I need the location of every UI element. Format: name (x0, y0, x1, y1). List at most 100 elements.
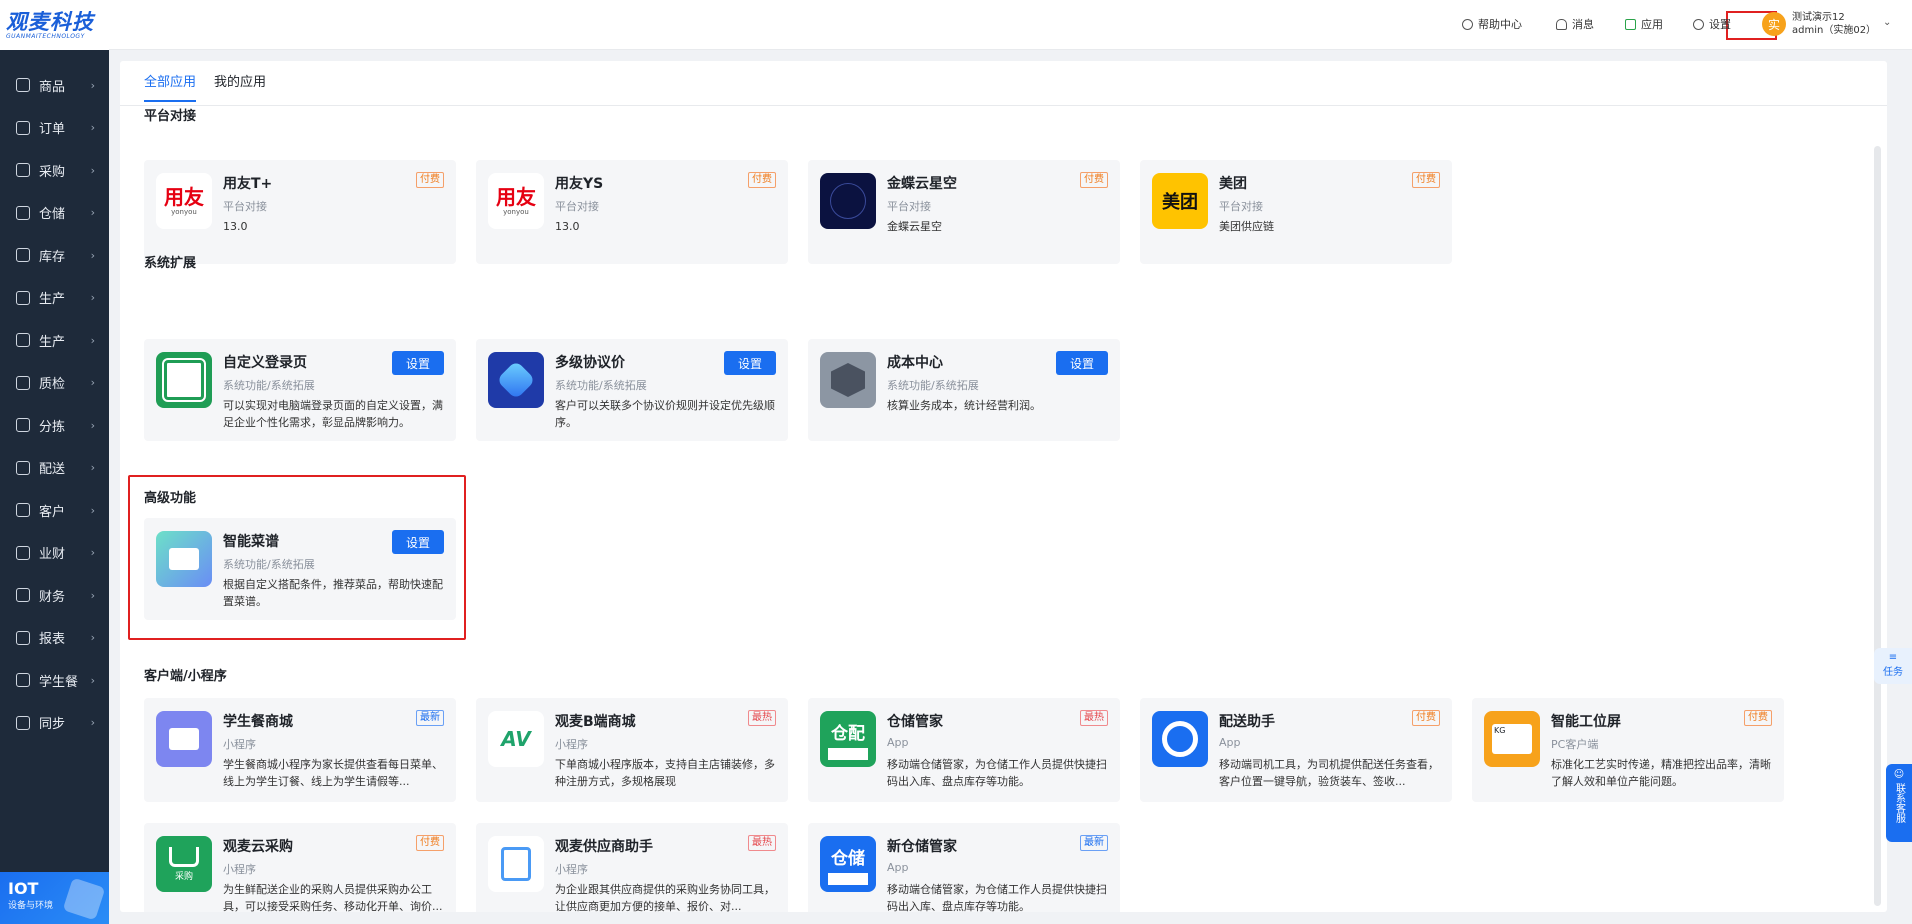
sidebar-item-label: 业财 (39, 547, 66, 563)
task-label: 任务 (1883, 667, 1903, 678)
customer-service-button[interactable]: ☺ 联系客服 (1886, 764, 1912, 842)
card-desc: 客户可以关联多个协议价规则并设定优先级顺序。 (555, 399, 775, 429)
download-icon (1625, 18, 1636, 30)
chevron-right-icon: › (90, 163, 95, 177)
settings-button[interactable]: 设置 (724, 351, 776, 375)
app-card-new-warehouse[interactable]: 仓储 新仓储管家 App 移动端仓储管家，为仓储工作人员提供快捷扫码出入库、盘点… (808, 823, 1120, 912)
sidebar-item-warehouse[interactable]: 仓储 › (0, 192, 109, 235)
sidebar-item-goods[interactable]: 商品 › (0, 64, 109, 107)
card-title: 智能菜谱 (223, 534, 279, 550)
apps-link[interactable]: 应用 (1625, 16, 1663, 32)
card-title: 新仓储管家 (887, 839, 957, 855)
chevron-right-icon: › (90, 248, 95, 262)
app-card-yonyou-ys[interactable]: 用友 yonyou 用友YS 平台对接 13.0 付费 (476, 160, 788, 264)
section-title-client: 客户端/小程序 (144, 669, 227, 684)
sidebar-item-finance[interactable]: 财务 › (0, 574, 109, 617)
app-card-student-mall[interactable]: 学生餐商城 小程序 学生餐商城小程序为家长提供查看每日菜单、线上为学生订餐、线上… (144, 698, 456, 802)
section-title-system: 系统扩展 (144, 256, 197, 271)
document-icon (488, 836, 544, 892)
sidebar-item-student-meal[interactable]: 学生餐 › (0, 659, 109, 702)
sidebar-item-reports[interactable]: 报表 › (0, 617, 109, 660)
card-title: 美团 (1219, 176, 1247, 192)
sidebar: 观麦科技 GUANMAITECHNOLOGY 商品 › 订单 › 采购 › 仓储 › 库… (0, 0, 109, 924)
sync-icon (16, 715, 30, 730)
help-center-link[interactable]: 帮助中心 (1462, 16, 1522, 32)
help-icon (1462, 18, 1473, 30)
tab-all-apps[interactable]: 全部应用 (144, 71, 197, 102)
yonyou-icon-text: 用友 (496, 185, 536, 209)
messages-link[interactable]: 消息 (1556, 16, 1594, 32)
chevron-right-icon: › (90, 291, 95, 305)
card-category: 小程序 (555, 863, 588, 876)
app-card-cost-center[interactable]: 成本中心 系统功能/系统拓展 核算业务成本，统计经营利润。 设置 (808, 339, 1120, 441)
sidebar-item-label: 客户 (39, 504, 66, 520)
goods-icon (16, 78, 30, 93)
app-card-cloud-purchase[interactable]: 采购 观麦云采购 小程序 为生鲜配送企业的采购人员提供采购办公工具，可以接受采购… (144, 823, 456, 912)
app-card-b2b-mall[interactable]: AV 观麦B端商城 小程序 下单商城小程序版本，支持自主店铺装修，多种注册方式，… (476, 698, 788, 802)
sidebar-item-label: 库存 (39, 249, 66, 265)
chevron-down-icon[interactable]: ⌄ (1883, 17, 1891, 28)
sidebar-item-label: 分拣 (39, 419, 66, 435)
brand-logo[interactable]: 观麦科技 GUANMAITECHNOLOGY (0, 0, 109, 50)
warehouse-keeper-icon-text: 仓配 (831, 723, 865, 744)
tab-divider (120, 105, 1887, 106)
sidebar-item-purchase[interactable]: 采购 › (0, 149, 109, 192)
app-card-kingdee[interactable]: 金蝶云星空 平台对接 金蝶云星空 付费 (808, 160, 1120, 264)
smart-screen-icon: KG (1484, 711, 1540, 767)
sidebar-item-quality[interactable]: 质检 › (0, 362, 109, 405)
app-card-smart-menu[interactable]: 智能菜谱 系统功能/系统拓展 根据自定义搭配条件，推荐菜品，帮助快速配置菜谱。 … (144, 518, 456, 620)
app-card-supplier-assistant[interactable]: 观麦供应商助手 小程序 为企业跟其供应商提供的采购业务协同工具，让供应商更加方便… (476, 823, 788, 912)
card-desc: 下单商城小程序版本，支持自主店铺装修，多种注册方式，多规格展现 (555, 758, 775, 788)
settings-button[interactable]: 设置 (392, 530, 444, 554)
settings-button[interactable]: 设置 (392, 351, 444, 375)
settings-label: 设置 (1709, 18, 1731, 31)
card-desc: 可以实现对电脑端登录页面的自定义设置，满足企业个性化需求，彰显品牌影响力。 (223, 399, 443, 429)
card-title: 多级协议价 (555, 355, 625, 371)
sidebar-item-customer[interactable]: 客户 › (0, 489, 109, 532)
app-card-meituan[interactable]: 美团 美团 平台对接 美团供应链 付费 (1140, 160, 1452, 264)
chevron-right-icon: › (90, 673, 95, 687)
sidebar-item-production[interactable]: 生产 › (0, 277, 109, 320)
app-card-delivery-assistant[interactable]: 配送助手 App 移动端司机工具，为司机提供配送任务查看，客户位置一键导航，验货… (1140, 698, 1452, 802)
bell-icon (1556, 18, 1567, 30)
card-category: App (887, 861, 909, 874)
sidebar-item-delivery[interactable]: 配送 › (0, 447, 109, 490)
card-title: 成本中心 (887, 355, 943, 371)
status-badge: 付费 (748, 172, 776, 188)
sidebar-item-production-2[interactable]: 生产 › (0, 319, 109, 362)
customer-service-label: 联系客服 (1893, 783, 1905, 823)
logo-text: 观麦科技 (6, 9, 94, 34)
sidebar-nav: 商品 › 订单 › 采购 › 仓储 › 库存 › 生产 › 生产 › 质检 › 分拣 › 配送 › … (0, 50, 109, 744)
app-card-warehouse-keeper[interactable]: 仓配 仓储管家 App 移动端仓储管家，为仓储工作人员提供快捷扫码出入库、盘点库… (808, 698, 1120, 802)
app-card-login-page[interactable]: 自定义登录页 系统功能/系统拓展 可以实现对电脑端登录页面的自定义设置，满足企业… (144, 339, 456, 441)
truck-icon (16, 460, 30, 475)
sidebar-item-business-finance[interactable]: 业财 › (0, 532, 109, 575)
warehouse-keeper-icon: 仓配 (820, 711, 876, 767)
sidebar-item-inventory[interactable]: 库存 › (0, 234, 109, 277)
cost-center-icon (820, 352, 876, 408)
sidebar-item-sorting[interactable]: 分拣 › (0, 404, 109, 447)
sorting-icon (16, 418, 30, 433)
help-center-label: 帮助中心 (1478, 18, 1522, 31)
user-menu[interactable]: 实 测试演示12 admin（实施02） (1762, 11, 1876, 37)
settings-link[interactable]: 设置 (1693, 16, 1731, 32)
app-card-smart-screen[interactable]: KG 智能工位屏 PC客户端 标准化工艺实时传递，精准把控出品率，清晰了解人效和… (1472, 698, 1784, 802)
iot-banner[interactable]: IOT 设备与环境 (0, 872, 109, 924)
chevron-right-icon: › (90, 503, 95, 517)
login-page-icon (156, 352, 212, 408)
card-category: App (1219, 736, 1241, 749)
settings-button[interactable]: 设置 (1056, 351, 1108, 375)
messages-label: 消息 (1572, 18, 1594, 31)
report-icon (16, 630, 30, 645)
scrollbar[interactable] (1874, 146, 1881, 906)
app-card-yonyou-t[interactable]: 用友 yonyou 用友T+ 平台对接 13.0 付费 (144, 160, 456, 264)
task-float-button[interactable]: ≡ 任务 (1874, 648, 1912, 684)
avatar: 实 (1762, 12, 1786, 36)
app-card-agreement-price[interactable]: 多级协议价 系统功能/系统拓展 客户可以关联多个协议价规则并设定优先级顺序。 设… (476, 339, 788, 441)
chevron-right-icon: › (90, 716, 95, 730)
sidebar-item-sync[interactable]: 同步 › (0, 702, 109, 745)
purchase-icon (16, 163, 30, 178)
card-category: 小程序 (223, 738, 256, 751)
tab-my-apps[interactable]: 我的应用 (214, 71, 266, 102)
sidebar-item-orders[interactable]: 订单 › (0, 107, 109, 150)
